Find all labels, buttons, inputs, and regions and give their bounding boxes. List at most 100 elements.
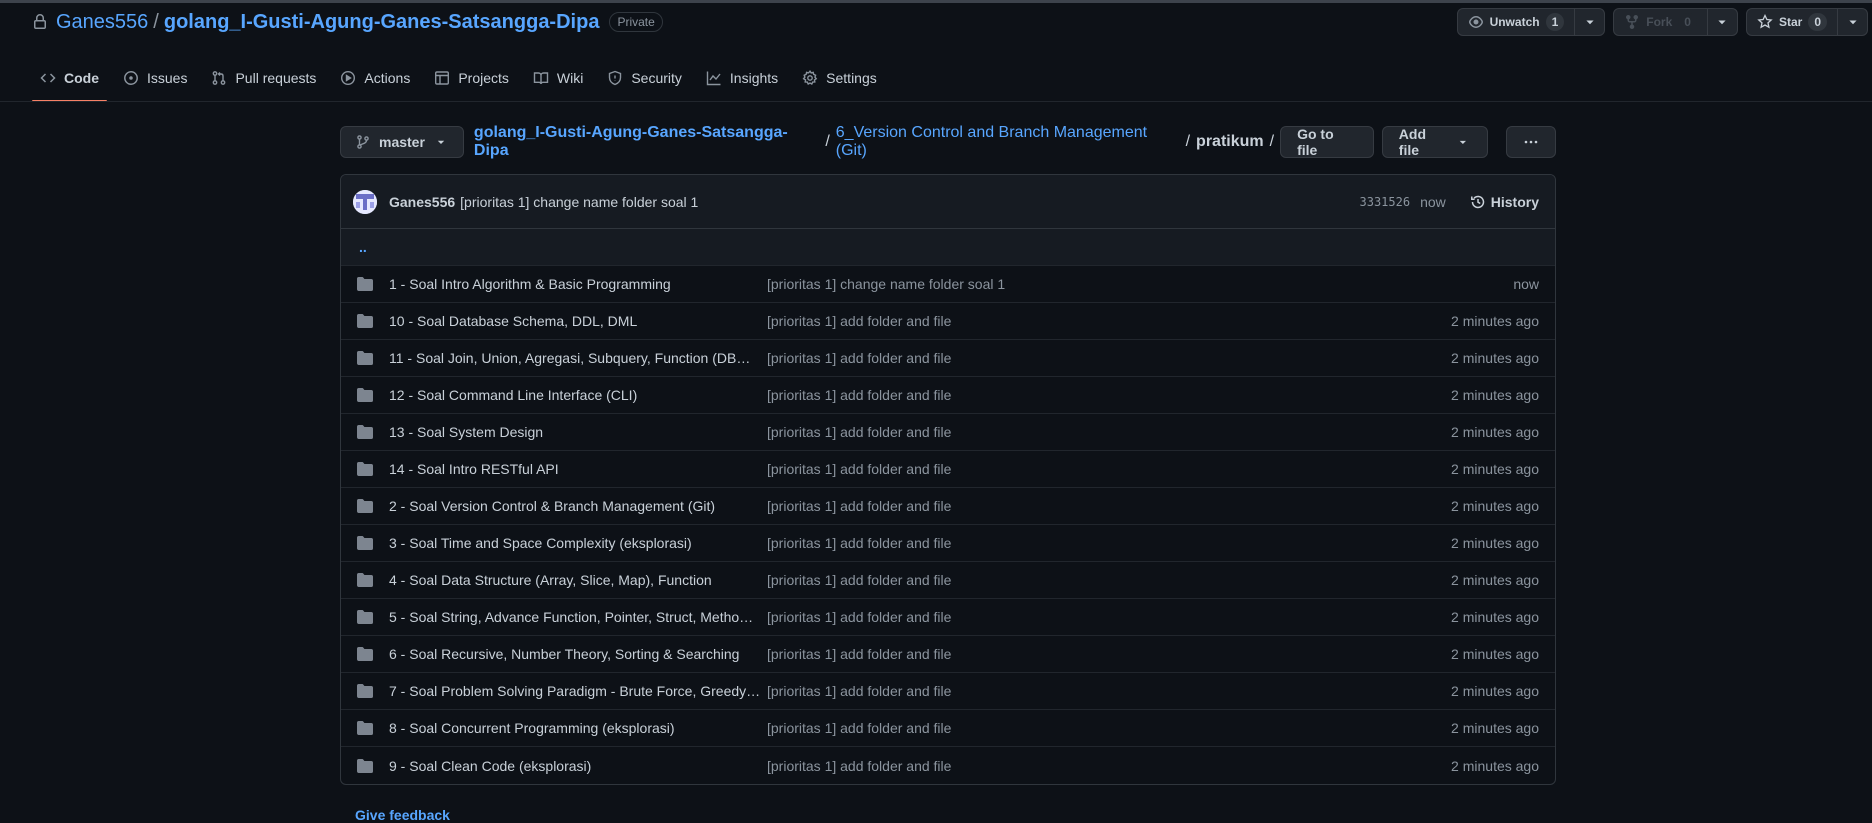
commit-author-link[interactable]: Ganes556 — [389, 194, 455, 210]
file-commit-message-link[interactable]: [prioritas 1] add folder and file — [767, 758, 1451, 774]
history-link[interactable]: History — [1470, 194, 1539, 210]
file-commit-message-link[interactable]: [prioritas 1] add folder and file — [767, 572, 1451, 588]
breadcrumb-separator: / — [825, 133, 830, 150]
table-row: 5 - Soal String, Advance Function, Point… — [341, 599, 1555, 636]
tab-security[interactable]: Security — [599, 56, 690, 100]
file-name-link[interactable]: 14 - Soal Intro RESTful API — [389, 461, 765, 477]
star-dropdown[interactable] — [1837, 9, 1867, 35]
file-commit-message-link[interactable]: [prioritas 1] add folder and file — [767, 498, 1451, 514]
star-label: Star — [1778, 15, 1803, 29]
add-file-button[interactable]: Add file — [1381, 126, 1488, 158]
file-commit-message-link[interactable]: [prioritas 1] add folder and file — [767, 350, 1451, 366]
more-options-button[interactable] — [1506, 126, 1556, 158]
tab-wiki[interactable]: Wiki — [525, 56, 591, 100]
triangle-down-icon — [1718, 20, 1727, 25]
file-name-link[interactable]: 13 - Soal System Design — [389, 424, 765, 440]
triangle-down-icon — [1848, 20, 1857, 25]
tab-label: Wiki — [556, 70, 584, 86]
folder-icon — [357, 499, 373, 513]
file-name-link[interactable]: 12 - Soal Command Line Interface (CLI) — [389, 387, 765, 403]
breadcrumb-repo-link[interactable]: golang_I-Gusti-Agung-Ganes-Satsangga-Dip… — [474, 124, 819, 160]
tab-settings[interactable]: Settings — [794, 56, 885, 100]
file-commit-age: 2 minutes ago — [1451, 350, 1539, 366]
tab-label: Code — [64, 70, 99, 86]
file-commit-age: 2 minutes ago — [1451, 535, 1539, 551]
avatar[interactable] — [353, 189, 377, 214]
file-name-link[interactable]: 3 - Soal Time and Space Complexity (eksp… — [389, 535, 765, 551]
folder-icon — [357, 277, 373, 291]
folder-icon — [357, 573, 373, 587]
table-row: 1 - Soal Intro Algorithm & Basic Program… — [341, 266, 1555, 303]
tab-label: Projects — [458, 70, 509, 86]
go-to-file-button[interactable]: Go to file — [1280, 126, 1374, 158]
fork-dropdown[interactable] — [1706, 9, 1737, 35]
shield-icon — [609, 70, 622, 86]
repo-owner-link[interactable]: Ganes556 — [56, 11, 148, 34]
unwatch-dropdown[interactable] — [1574, 9, 1604, 35]
commit-message-link[interactable]: [prioritas 1] change name folder soal 1 — [460, 194, 698, 210]
file-commit-age: now — [1513, 276, 1539, 292]
file-commit-message-link[interactable]: [prioritas 1] add folder and file — [767, 424, 1451, 440]
file-commit-message-link[interactable]: [prioritas 1] add folder and file — [767, 313, 1451, 329]
tab-actions[interactable]: Actions — [332, 56, 418, 100]
repo-name-link[interactable]: golang_I-Gusti-Agung-Ganes-Satsangga-Dip… — [164, 11, 600, 34]
file-navigation: master golang_I-Gusti-Agung-Ganes-Satsan… — [340, 124, 1556, 160]
file-actions: Go to file Add file — [1280, 126, 1556, 158]
folder-icon — [357, 462, 373, 476]
latest-commit-bar: Ganes556 [prioritas 1] change name folde… — [341, 175, 1555, 229]
table-row: 4 - Soal Data Structure (Array, Slice, M… — [341, 562, 1555, 599]
tab-issues[interactable]: Issues — [115, 56, 195, 100]
watch-count: 1 — [1545, 13, 1565, 31]
branch-selector[interactable]: master — [340, 126, 464, 158]
file-commit-age: 2 minutes ago — [1451, 461, 1539, 477]
file-commit-message-link[interactable]: [prioritas 1] add folder and file — [767, 683, 1451, 699]
file-name-link[interactable]: 1 - Soal Intro Algorithm & Basic Program… — [389, 276, 765, 292]
file-commit-message-link[interactable]: [prioritas 1] add folder and file — [767, 535, 1451, 551]
add-file-label: Add file — [1398, 126, 1427, 158]
breadcrumb-folder-link[interactable]: 6_Version Control and Branch Management … — [836, 124, 1180, 160]
tab-insights[interactable]: Insights — [698, 56, 786, 100]
fork-button[interactable]: Fork 0 — [1614, 9, 1707, 35]
table-row: 13 - Soal System Design [prioritas 1] add… — [341, 414, 1555, 451]
file-commit-message-link[interactable]: [prioritas 1] add folder and file — [767, 387, 1451, 403]
file-commit-age: 2 minutes ago — [1451, 646, 1539, 662]
play-icon — [341, 70, 356, 86]
parent-directory-link[interactable]: .. — [341, 229, 1555, 266]
file-name-link[interactable]: 7 - Soal Problem Solving Paradigm - Brut… — [389, 683, 765, 699]
file-rows: 1 - Soal Intro Algorithm & Basic Program… — [341, 266, 1555, 784]
file-name-link[interactable]: 2 - Soal Version Control & Branch Manage… — [389, 498, 765, 514]
file-commit-message-link[interactable]: [prioritas 1] change name folder soal 1 — [767, 276, 1513, 292]
file-commit-age: 2 minutes ago — [1451, 757, 1539, 774]
tab-label: Settings — [826, 70, 877, 86]
tab-pull-requests[interactable]: Pull requests — [203, 56, 324, 100]
file-name-link[interactable]: 11 - Soal Join, Union, Agregasi, Subquer… — [389, 350, 765, 366]
file-name-link[interactable]: 4 - Soal Data Structure (Array, Slice, M… — [389, 572, 765, 588]
folder-icon — [357, 721, 373, 735]
commit-sha-link[interactable]: 3331526 — [1360, 195, 1411, 209]
give-feedback-link[interactable]: Give feedback — [355, 807, 450, 823]
file-name-link[interactable]: 5 - Soal String, Advance Function, Point… — [389, 609, 765, 625]
file-commit-message-link[interactable]: [prioritas 1] add folder and file — [767, 609, 1451, 625]
file-name-link[interactable]: 10 - Soal Database Schema, DDL, DML — [389, 313, 765, 329]
repo-separator: / — [153, 10, 159, 33]
file-name-link[interactable]: 8 - Soal Concurrent Programming (eksplor… — [389, 720, 765, 736]
star-count: 0 — [1808, 13, 1827, 31]
file-name-link[interactable]: 9 - Soal Clean Code (eksplorasi) — [389, 758, 765, 774]
file-commit-message-link[interactable]: [prioritas 1] add folder and file — [767, 461, 1451, 477]
tab-label: Pull requests — [235, 70, 317, 86]
tab-code[interactable]: Code — [32, 56, 107, 102]
folder-icon — [357, 647, 373, 661]
fork-label: Fork — [1646, 15, 1673, 29]
file-listing: Ganes556 [prioritas 1] change name folde… — [340, 174, 1556, 785]
folder-icon — [357, 536, 373, 550]
tab-projects[interactable]: Projects — [426, 56, 517, 100]
unwatch-button[interactable]: Unwatch 1 — [1458, 9, 1575, 35]
file-commit-message-link[interactable]: [prioritas 1] add folder and file — [767, 720, 1451, 736]
tab-label: Security — [631, 70, 682, 86]
star-button[interactable]: Star 0 — [1747, 9, 1837, 35]
file-commit-message-link[interactable]: [prioritas 1] add folder and file — [767, 646, 1451, 662]
file-name-link[interactable]: 6 - Soal Recursive, Number Theory, Sorti… — [389, 646, 765, 662]
fork-button-group: Fork 0 — [1613, 8, 1738, 36]
table-row: 6 - Soal Recursive, Number Theory, Sorti… — [341, 636, 1555, 673]
folder-icon — [357, 314, 373, 328]
